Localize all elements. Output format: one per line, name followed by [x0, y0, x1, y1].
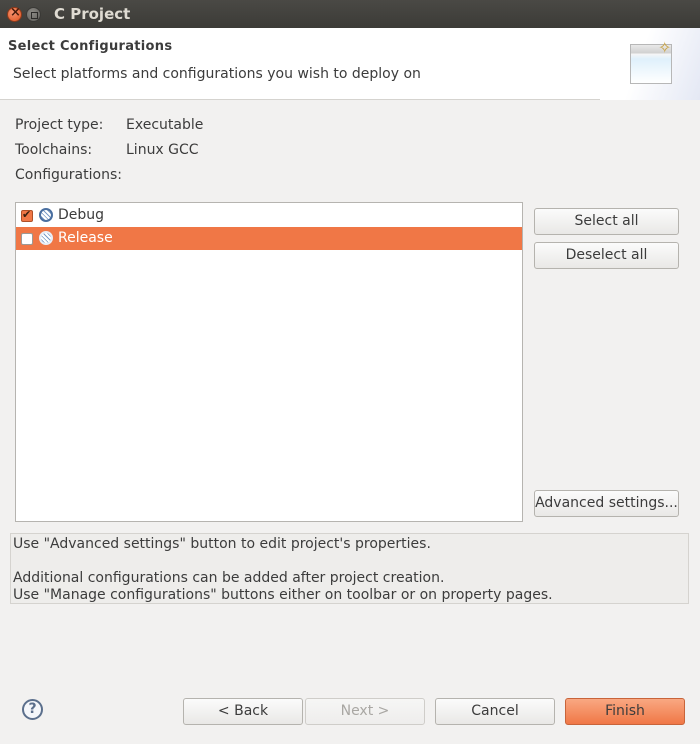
sparkle-icon: ✧ [658, 38, 672, 57]
configurations-list[interactable]: Debug Release [15, 202, 523, 522]
configuration-icon [39, 208, 53, 222]
wizard-header: Select Configurations Select platforms a… [0, 28, 700, 100]
close-window-button[interactable] [7, 5, 22, 22]
toolchains-label: Toolchains: [15, 142, 93, 158]
configuration-label: Debug [58, 207, 105, 223]
cancel-button[interactable]: Cancel [435, 698, 555, 725]
configuration-icon [39, 231, 53, 245]
finish-button[interactable]: Finish [565, 698, 685, 725]
maximize-window-button[interactable] [26, 7, 41, 22]
configurations-label: Configurations: [15, 167, 122, 183]
title-bar: C Project [0, 0, 700, 28]
info-line: Use "Manage configurations" buttons eith… [13, 587, 553, 603]
release-checkbox[interactable] [21, 233, 33, 245]
debug-checkbox[interactable] [21, 208, 33, 222]
deselect-all-button[interactable]: Deselect all [534, 242, 679, 269]
configuration-row-release[interactable]: Release [16, 227, 522, 250]
wizard-banner: ✧ [600, 28, 700, 100]
info-line: Use "Advanced settings" button to edit p… [13, 536, 431, 552]
info-line: Additional configurations can be added a… [13, 570, 445, 586]
info-panel: Use "Advanced settings" button to edit p… [10, 533, 689, 604]
page-description: Select platforms and configurations you … [13, 66, 421, 82]
project-type-label: Project type: [15, 117, 104, 133]
back-button[interactable]: < Back [183, 698, 303, 725]
next-button: Next > [305, 698, 425, 725]
page-title: Select Configurations [8, 39, 173, 54]
window-title: C Project [54, 5, 131, 23]
help-icon[interactable]: ? [22, 699, 43, 720]
toolchains-value: Linux GCC [126, 142, 199, 158]
configuration-row-debug[interactable]: Debug [16, 204, 522, 227]
project-type-value: Executable [126, 117, 204, 133]
configuration-label: Release [58, 230, 113, 246]
select-all-button[interactable]: Select all [534, 208, 679, 235]
advanced-settings-button[interactable]: Advanced settings... [534, 490, 679, 517]
